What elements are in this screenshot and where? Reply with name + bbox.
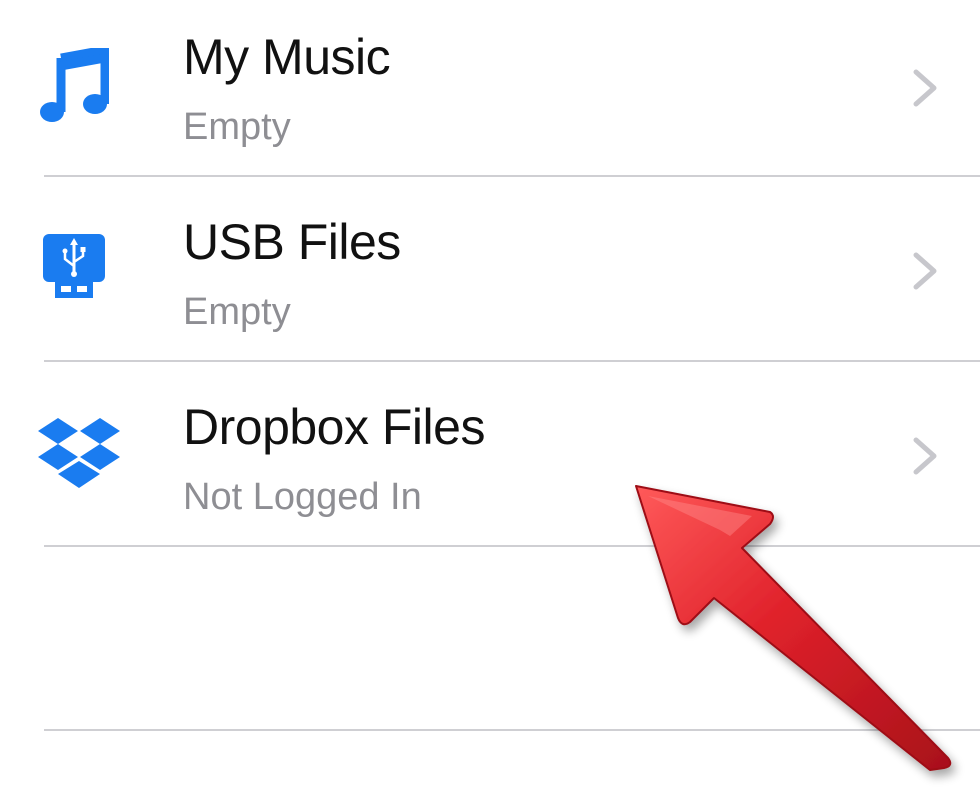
empty-list-row (0, 546, 980, 730)
item-subtitle: Not Logged In (183, 476, 422, 518)
item-title: USB Files (183, 214, 401, 270)
item-title: My Music (183, 29, 391, 85)
item-subtitle: Empty (183, 106, 291, 148)
dropbox-icon (34, 414, 124, 494)
usb-drive-icon (34, 229, 114, 309)
chevron-right-icon (908, 251, 942, 291)
list-item-my-music[interactable]: My Music Empty (0, 0, 980, 176)
item-subtitle: Empty (183, 291, 291, 333)
chevron-right-icon (908, 436, 942, 476)
list-item-usb-files[interactable]: USB Files Empty (0, 177, 980, 360)
item-title: Dropbox Files (183, 399, 485, 455)
chevron-right-icon (908, 68, 942, 108)
list-item-dropbox-files[interactable]: Dropbox Files Not Logged In (0, 362, 980, 545)
row-separator (44, 729, 980, 731)
music-note-icon (34, 46, 114, 126)
